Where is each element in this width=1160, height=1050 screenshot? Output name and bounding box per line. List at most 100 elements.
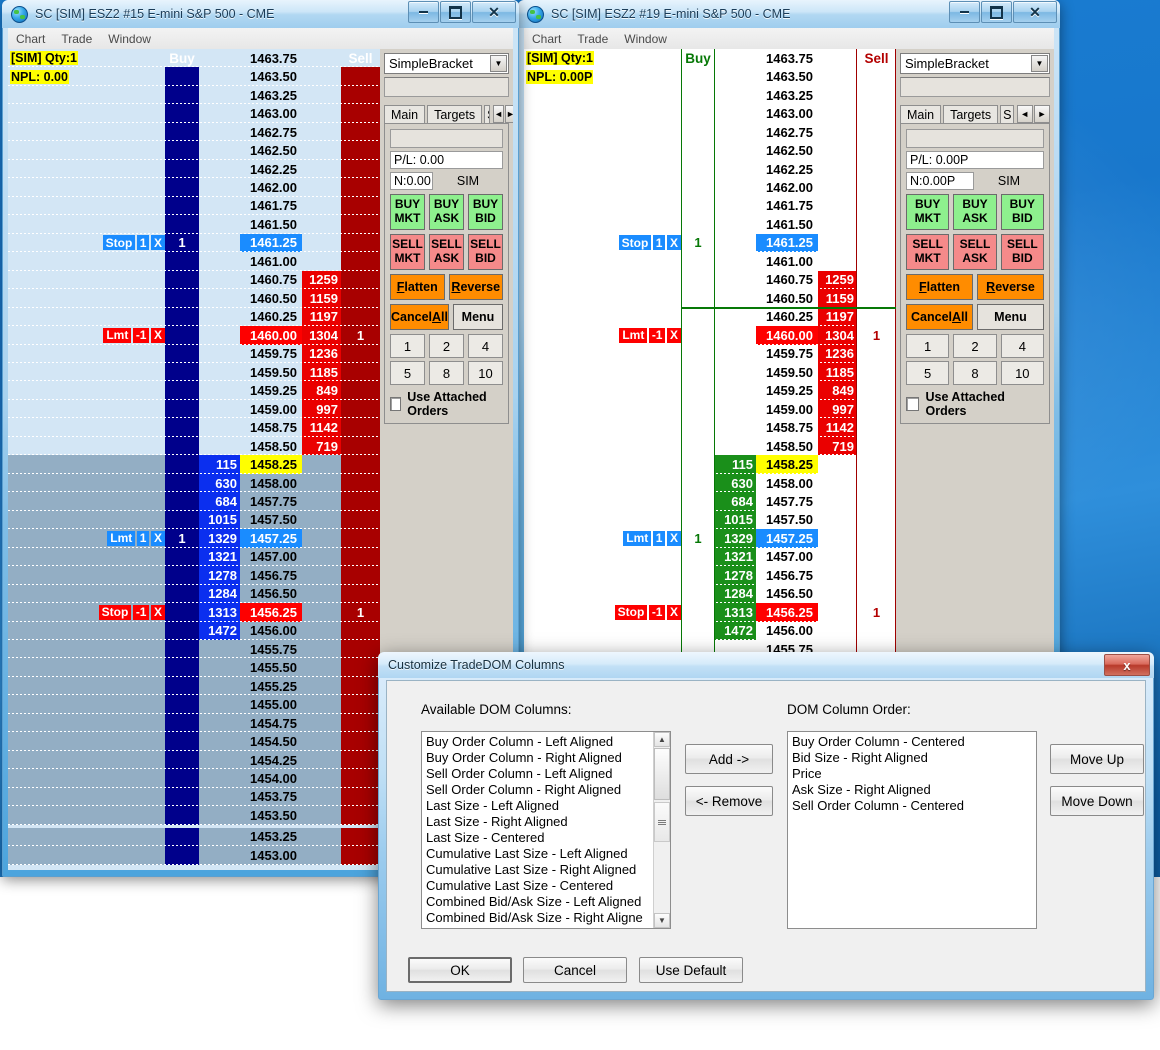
dom-row[interactable]: 1460.751259 xyxy=(524,271,896,289)
sell-order-cell[interactable] xyxy=(857,345,896,363)
price-cell[interactable]: 1457.50 xyxy=(756,511,818,529)
dom-row[interactable]: 1453.50 xyxy=(8,806,380,824)
order-column[interactable] xyxy=(8,289,165,307)
list-item[interactable]: Sell Order Column - Left Aligned xyxy=(422,766,653,782)
buy-order-cell[interactable] xyxy=(681,197,715,215)
order-column[interactable] xyxy=(524,511,681,529)
price-cell[interactable]: 1463.25 xyxy=(756,86,818,104)
reverse-button[interactable]: Reverse xyxy=(449,274,504,300)
dom-row[interactable]: NPL: 0.001463.50 xyxy=(8,67,380,85)
order-template-combo[interactable]: SimpleBracket▼ xyxy=(900,53,1050,74)
order-column[interactable] xyxy=(524,492,681,510)
order-column[interactable] xyxy=(8,846,165,864)
sell-order-cell[interactable] xyxy=(341,271,380,289)
sell-order-cell[interactable]: 1 xyxy=(341,326,380,344)
price-cell[interactable]: 1459.25 xyxy=(240,381,302,399)
price-cell[interactable]: 1454.75 xyxy=(240,714,302,732)
price-cell[interactable]: 1457.50 xyxy=(240,511,302,529)
sell-order-cell[interactable] xyxy=(857,215,896,233)
scroll-down-icon[interactable]: ▼ xyxy=(654,913,670,928)
buy-order-cell[interactable] xyxy=(681,141,715,159)
order-column[interactable] xyxy=(8,400,165,418)
list-item[interactable]: Cumulative Last Size - Right Aligned xyxy=(422,862,653,878)
qty-button-10[interactable]: 10 xyxy=(1001,361,1044,385)
titlebar-right[interactable]: SC [SIM] ESZ2 #19 E-mini S&P 500 - CME ✕ xyxy=(518,0,1060,28)
price-cell[interactable]: 1463.00 xyxy=(240,104,302,122)
cancel-button[interactable]: Cancel xyxy=(523,957,627,983)
dom-row[interactable]: 1458.50719 xyxy=(8,437,380,455)
buy-order-cell[interactable] xyxy=(165,381,199,399)
dom-row[interactable]: 12841456.50 xyxy=(8,585,380,603)
price-cell[interactable]: 1460.75 xyxy=(240,271,302,289)
price-cell[interactable]: 1457.00 xyxy=(756,548,818,566)
menu-window-right[interactable]: Window xyxy=(624,32,667,46)
dom-row[interactable]: 1455.25 xyxy=(8,677,380,695)
buy-order-cell[interactable] xyxy=(165,160,199,178)
sell-order-cell[interactable] xyxy=(341,732,380,750)
sell-order-cell[interactable]: 1 xyxy=(857,603,896,621)
order-column[interactable] xyxy=(8,141,165,159)
buy-order-cell[interactable] xyxy=(681,418,715,436)
order-tag[interactable]: Stop1X xyxy=(103,235,165,250)
qty-button-5[interactable]: 5 xyxy=(906,361,949,385)
price-cell[interactable]: 1456.75 xyxy=(756,566,818,584)
sell-order-cell[interactable] xyxy=(857,437,896,455)
price-cell[interactable]: 1461.25 xyxy=(240,234,302,252)
tab-scroll-right-icon[interactable]: ► xyxy=(1034,105,1050,123)
dom-row[interactable]: 1459.25849 xyxy=(8,381,380,399)
order-column[interactable] xyxy=(8,123,165,141)
dom-row[interactable]: 1462.00 xyxy=(524,178,896,196)
price-cell[interactable]: 1455.75 xyxy=(240,640,302,658)
order-column[interactable] xyxy=(8,271,165,289)
dom-row[interactable]: 13211457.00 xyxy=(524,548,896,566)
price-cell[interactable]: 1462.50 xyxy=(756,141,818,159)
use-attached-orders-row[interactable]: Use Attached Orders xyxy=(906,390,1044,418)
buy-order-cell[interactable] xyxy=(681,603,715,621)
buy-order-cell[interactable] xyxy=(165,67,199,85)
price-cell[interactable]: 1458.00 xyxy=(240,474,302,492)
dom-row[interactable]: 1151458.25 xyxy=(524,455,896,473)
price-cell[interactable]: 1461.75 xyxy=(240,197,302,215)
flatten-button[interactable]: Flatten xyxy=(906,274,973,300)
sell-order-cell[interactable] xyxy=(857,455,896,473)
sell-bid-button[interactable]: SELLBID xyxy=(468,234,503,270)
price-cell[interactable]: 1460.50 xyxy=(240,289,302,307)
menubar-right[interactable]: Chart Trade Window xyxy=(524,28,1054,50)
price-cell[interactable]: 1458.75 xyxy=(240,418,302,436)
order-column[interactable] xyxy=(524,215,681,233)
dom-row[interactable]: 1462.25 xyxy=(524,160,896,178)
maximize-icon[interactable] xyxy=(981,1,1012,23)
use-attached-orders-row[interactable]: Use Attached Orders xyxy=(390,390,503,418)
dom-row[interactable]: 1463.00 xyxy=(524,104,896,122)
order-column[interactable] xyxy=(524,160,681,178)
order-column[interactable] xyxy=(524,381,681,399)
dom-row[interactable]: 1461.75 xyxy=(524,197,896,215)
buy-bid-button[interactable]: BUYBID xyxy=(1001,194,1044,230)
order-column[interactable] xyxy=(8,511,165,529)
list-item[interactable]: Price xyxy=(788,766,1034,782)
order-template-combo[interactable]: SimpleBracket▼ xyxy=(384,53,509,74)
buy-order-cell[interactable] xyxy=(165,492,199,510)
order-column[interactable] xyxy=(8,751,165,769)
order-column[interactable]: Lmt1X xyxy=(524,529,681,547)
order-column[interactable] xyxy=(524,474,681,492)
price-cell[interactable]: 1463.50 xyxy=(240,67,302,85)
order-column[interactable] xyxy=(8,455,165,473)
order-column[interactable]: Stop1X xyxy=(8,234,165,252)
titlebar-left[interactable]: SC [SIM] ESZ2 #15 E-mini S&P 500 - CME ✕ xyxy=(2,0,519,28)
order-column[interactable]: Stop-1X xyxy=(8,603,165,621)
price-cell[interactable]: 1454.25 xyxy=(240,751,302,769)
dom-grid-right[interactable]: [SIM] Qty:1Buy1463.75SellNPL: 0.00P1463.… xyxy=(524,49,896,683)
dom-row[interactable]: Stop-1X13131456.251 xyxy=(8,603,380,621)
price-cell[interactable]: 1459.00 xyxy=(240,400,302,418)
dom-row[interactable]: NPL: 0.00P1463.50 xyxy=(524,67,896,85)
dom-row[interactable]: 1458.751142 xyxy=(8,418,380,436)
sell-order-cell[interactable] xyxy=(857,141,896,159)
qty-button-4[interactable]: 4 xyxy=(1001,334,1044,358)
price-cell[interactable]: 1457.75 xyxy=(756,492,818,510)
buy-order-cell[interactable] xyxy=(681,400,715,418)
dom-row[interactable]: 1462.50 xyxy=(8,141,380,159)
price-cell[interactable]: 1463.00 xyxy=(756,104,818,122)
buy-order-cell[interactable] xyxy=(681,381,715,399)
tab-scroll-left-icon[interactable]: ◄ xyxy=(493,105,504,123)
